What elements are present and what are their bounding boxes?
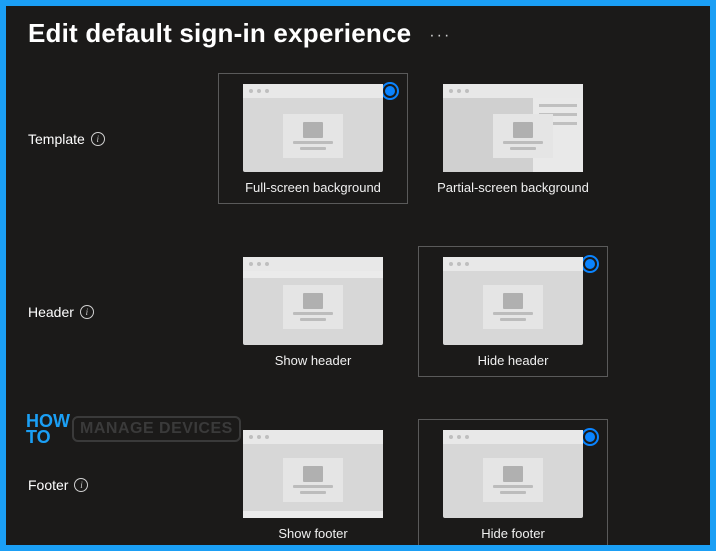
thumbnail-hide-header [443,257,583,345]
template-label: Template [28,131,85,147]
radio-selected-icon [381,82,399,100]
template-label-group: Template i [28,131,208,147]
thumbnail-full-screen [243,84,383,172]
footer-label-group: Footer i [28,477,208,493]
option-partial-screen-background[interactable]: Partial-screen background [418,73,608,204]
option-label: Hide header [429,353,597,368]
header-label-group: Header i [28,304,208,320]
watermark-box: MANAGE DEVICES [72,416,241,442]
watermark-how: HOW TO [26,413,70,445]
thumbnail-partial-screen [443,84,583,172]
radio-selected-icon [581,428,599,446]
option-label: Full-screen background [229,180,397,195]
thumbnail-hide-footer [443,430,583,518]
settings-panel: Edit default sign-in experience ··· Temp… [6,6,710,545]
thumbnail-show-footer [243,430,383,518]
header-row: Header i Show header Hide header [28,246,688,377]
watermark: HOW TO MANAGE DEVICES [26,413,241,445]
template-row: Template i Full-screen background Partia… [28,73,688,204]
footer-label: Footer [28,477,68,493]
option-label: Hide footer [429,526,597,541]
info-icon[interactable]: i [80,305,94,319]
more-icon[interactable]: ··· [429,27,451,45]
option-full-screen-background[interactable]: Full-screen background [218,73,408,204]
page-title: Edit default sign-in experience [28,18,411,49]
option-hide-footer[interactable]: Hide footer [418,419,608,545]
option-label: Show footer [229,526,397,541]
option-hide-header[interactable]: Hide header [418,246,608,377]
title-row: Edit default sign-in experience ··· [28,18,688,49]
header-label: Header [28,304,74,320]
option-show-header[interactable]: Show header [218,246,408,377]
thumbnail-show-header [243,257,383,345]
option-label: Partial-screen background [429,180,597,195]
info-icon[interactable]: i [91,132,105,146]
option-show-footer[interactable]: Show footer [218,419,408,545]
info-icon[interactable]: i [74,478,88,492]
option-label: Show header [229,353,397,368]
radio-selected-icon [581,255,599,273]
